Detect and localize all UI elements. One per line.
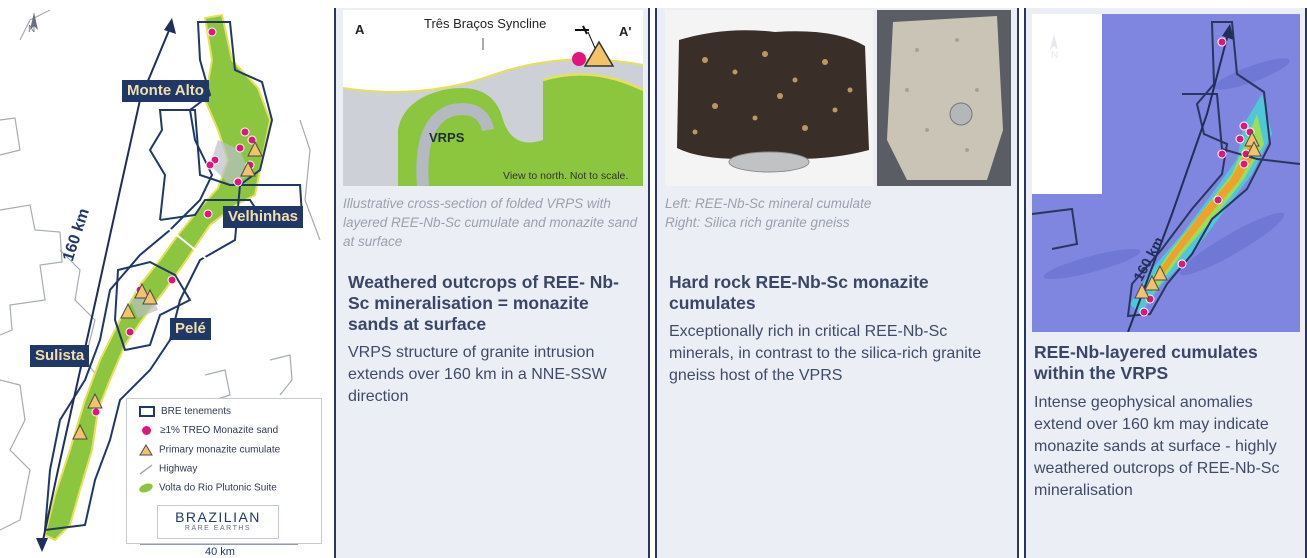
- company-logo: BRAZILIAN RARE EARTHS: [157, 505, 279, 539]
- geophysics-graphic: [1032, 14, 1300, 332]
- section-a-prime-label: A': [214, 276, 227, 291]
- panel1-caption: Illustrative cross-section of folded VRP…: [343, 196, 638, 249]
- xs-note: View to north. Not to scale.: [503, 170, 629, 182]
- geophysics-map: N 160 km: [1032, 14, 1300, 332]
- north-label: N: [28, 24, 36, 35]
- plane-icon: [575, 25, 589, 35]
- xs-a-prime-label: A': [619, 24, 632, 39]
- cross-section-graphic: [343, 25, 643, 186]
- triangle-icon: [139, 444, 153, 456]
- panel1-heading: Weathered outcrops of REE- Nb-Sc mineral…: [348, 272, 619, 334]
- panel3-body: Intense geophysical anomalies extend ove…: [1034, 394, 1280, 499]
- coin-icon: [949, 102, 973, 126]
- legend-row: Highway: [139, 463, 197, 475]
- panel2-body: Exceptionally rich in critical REE-Nb-Sc…: [669, 323, 982, 384]
- legend-row: Primary monazite cumulate: [139, 444, 280, 456]
- monazite-dot-icon: [572, 52, 586, 66]
- panel2-caption-left: Left: REE-Nb-Sc mineral cumulate: [665, 196, 872, 211]
- xs-unit-label: VRPS: [429, 130, 465, 145]
- scale-label: 40 km: [205, 546, 235, 558]
- xs-a-label: A: [355, 22, 365, 37]
- legend-row: ≥1% TREO Monazite sand: [139, 425, 278, 436]
- place-sulista: Sulista: [30, 345, 90, 367]
- triangle-icon: [583, 40, 615, 67]
- xs-title: Três Braços Syncline: [424, 16, 547, 31]
- highway-line-icon: [139, 464, 153, 475]
- cross-section-panel: A Três Braços Syncline A' VRPS View to n…: [334, 8, 650, 558]
- place-pele: Pelé: [170, 318, 211, 340]
- geophysics-panel: N 160 km REE-Nb-layered cumulates within…: [1024, 8, 1307, 558]
- rock-samples-panel: Left: REE-Nb-Sc mineral cumulate Right: …: [655, 8, 1019, 558]
- north-arrow-icon: [1050, 34, 1058, 50]
- legend-row: Volta do Rio Plutonic Suite: [139, 482, 277, 494]
- panel1-body: VRPS structure of granite intrusion exte…: [348, 344, 607, 405]
- place-velhinhas: Velhinhas: [223, 206, 304, 228]
- panel3-heading: REE-Nb-layered cumulates within the VRPS: [1034, 342, 1258, 383]
- panel3-north-label: N: [1051, 50, 1059, 61]
- cross-section-diagram: A Três Braços Syncline A' VRPS View to n…: [343, 10, 643, 186]
- place-monte-alto: Monte Alto: [122, 80, 209, 102]
- suite-leaf-icon: [139, 483, 153, 493]
- map-legend: BRE tenements ≥1% TREO Monazite sand Pri…: [126, 398, 322, 544]
- legend-row: BRE tenements: [139, 406, 231, 417]
- gneiss-rock-image: [887, 16, 1003, 180]
- tenement-box-icon: [139, 406, 155, 417]
- panel2-heading: Hard rock REE-Nb-Sc monazite cumulates: [669, 272, 929, 313]
- cumulate-rock-image: [665, 10, 873, 186]
- section-a-label: A: [130, 218, 140, 233]
- monazite-dot-icon: [142, 425, 151, 435]
- overview-map: N 160 km A A' Monte Alto Velhinhas Pelé …: [0, 0, 325, 558]
- gneiss-photo: [877, 10, 1011, 186]
- panel2-caption-right: Right: Silica rich granite gneiss: [665, 215, 850, 230]
- cumulate-photo: [665, 10, 873, 186]
